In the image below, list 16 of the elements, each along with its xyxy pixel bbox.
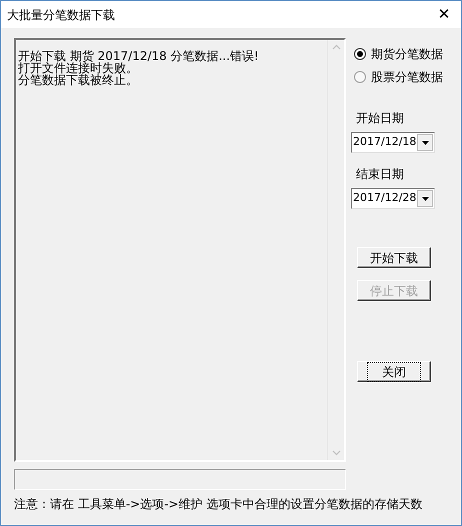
radio-label[interactable]: 股票分笔数据	[371, 68, 443, 86]
log-line: 打开文件连接时失败。	[18, 62, 138, 74]
close-button[interactable]: ✕	[427, 1, 461, 28]
radio-button[interactable]	[354, 48, 366, 60]
end-date-label: 结束日期	[356, 166, 405, 183]
action-button[interactable]: 开始下载	[357, 247, 431, 268]
log-line: 开始下载 期货 2017/12/18 分笔数据...错误!	[18, 50, 260, 62]
start-date-dropdown[interactable]: 2017/12/18	[351, 132, 435, 153]
action-button[interactable]: 关闭	[357, 361, 431, 382]
radio-button[interactable]	[354, 71, 366, 83]
end-date-dropdown[interactable]: 2017/12/28	[351, 188, 435, 209]
window-title: 大批量分笔数据下载	[7, 6, 115, 24]
note-text: 注意：请在 工具菜单->选项->维护 选项卡中合理的设置分笔数据的存储天数	[14, 496, 424, 513]
radio-label[interactable]: 期货分笔数据	[371, 45, 443, 63]
start-date-label: 开始日期	[356, 110, 405, 127]
log-line: 分笔数据下载被终止。	[18, 74, 139, 86]
